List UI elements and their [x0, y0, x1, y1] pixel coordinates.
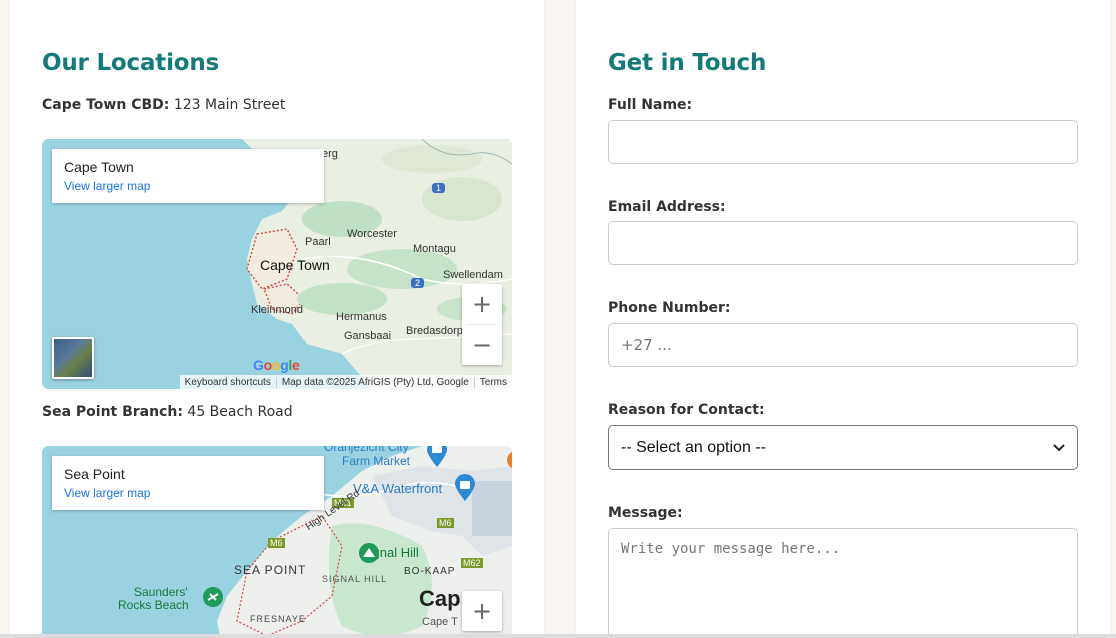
- map-label-gansbaai: Gansbaai: [344, 330, 392, 342]
- map-label-va-waterfront: V&A Waterfront: [353, 481, 443, 496]
- route-shield-m6: M6: [437, 518, 454, 528]
- map-label-signal-hill-area: SIGNAL HILL: [322, 574, 388, 584]
- full-name-input[interactable]: [608, 120, 1078, 164]
- map-label-cape-town-small: Cape T: [422, 616, 458, 628]
- orange-pin-icon[interactable]: [506, 450, 512, 472]
- map-data-credit: Map data ©2025 AfriGIS (Pty) Ltd, Google: [275, 376, 474, 388]
- map-label-kleinmond: Kleinmond: [251, 304, 303, 316]
- map-label-erg: erg: [322, 148, 338, 160]
- branch-address: 45 Beach Road: [187, 404, 293, 420]
- park-pin-icon[interactable]: [358, 542, 380, 564]
- shopping-cart-pin-icon[interactable]: [426, 446, 448, 468]
- map-label-farm-market: Farm Market: [342, 454, 411, 468]
- satellite-toggle-button[interactable]: [52, 337, 94, 379]
- email-label: Email Address:: [608, 199, 726, 215]
- map-label-bredasdorp: Bredasdorp: [406, 325, 463, 337]
- branch-address: 123 Main Street: [173, 97, 286, 113]
- map-sea-point[interactable]: Oranjezicht City Farm Market V&A Waterfr…: [42, 446, 512, 638]
- map-label-saunders-rocks: Saunders': [134, 585, 188, 599]
- map-label-swellendam: Swellendam: [443, 269, 503, 281]
- beach-pin-icon[interactable]: [202, 586, 224, 608]
- contact-title: Get in Touch: [608, 50, 767, 76]
- chevron-down-icon: [1053, 443, 1065, 451]
- zoom-controls: +: [462, 591, 502, 631]
- map-info-card: Cape Town View larger map: [52, 149, 324, 203]
- map-label-bo-kaap: BO-KAAP: [404, 566, 456, 577]
- google-logo: Google: [253, 357, 300, 373]
- email-input[interactable]: [608, 221, 1078, 265]
- keyboard-shortcuts-link[interactable]: Keyboard shortcuts: [180, 377, 276, 388]
- map-label-oranjezicht: Oranjezicht City: [324, 446, 409, 454]
- locations-title: Our Locations: [42, 50, 220, 76]
- route-shield-m6-2: M6: [268, 538, 285, 548]
- route-shield-2: 2: [411, 278, 425, 288]
- message-textarea[interactable]: [608, 528, 1078, 638]
- map-label-cape-town: Cape Town: [260, 257, 330, 273]
- locations-card: Our Locations Cape Town CBD: 123 Main St…: [10, 0, 544, 638]
- branch-sea-point-address: Sea Point Branch: 45 Beach Road: [42, 404, 293, 420]
- reason-selected-value: -- Select an option --: [621, 438, 766, 456]
- map-label-paarl: Paarl: [305, 236, 331, 248]
- branch-name: Cape Town CBD:: [42, 97, 170, 113]
- branch-name: Sea Point Branch:: [42, 404, 183, 420]
- terms-link[interactable]: Terms: [473, 376, 512, 388]
- phone-input[interactable]: [608, 323, 1078, 367]
- map-info-card: Sea Point View larger map: [52, 456, 324, 510]
- map-label-sea-point: SEA POINT: [234, 563, 307, 577]
- map-attribution: Keyboard shortcuts Map data ©2025 AfriGI…: [179, 375, 512, 389]
- map-label-hermanus: Hermanus: [336, 311, 387, 323]
- zoom-in-button[interactable]: +: [462, 591, 502, 631]
- branch-cape-town-address: Cape Town CBD: 123 Main Street: [42, 97, 285, 113]
- view-larger-map-link[interactable]: View larger map: [64, 179, 312, 193]
- shopping-bag-pin-icon[interactable]: [454, 474, 476, 502]
- reason-label: Reason for Contact:: [608, 402, 765, 418]
- zoom-in-button[interactable]: +: [462, 284, 502, 324]
- zoom-controls: + −: [462, 284, 502, 365]
- map-place-name: Sea Point: [64, 466, 125, 482]
- map-label-cape-town-partial: Cap: [419, 586, 461, 611]
- map-label-worcester: Worcester: [347, 228, 397, 240]
- phone-label: Phone Number:: [608, 300, 731, 316]
- full-name-label: Full Name:: [608, 97, 693, 113]
- zoom-out-button[interactable]: −: [462, 325, 502, 365]
- map-label-rocks-beach: Rocks Beach: [118, 598, 189, 612]
- horizontal-scrollbar[interactable]: [0, 634, 1116, 638]
- message-label: Message:: [608, 505, 683, 521]
- reason-select[interactable]: -- Select an option --: [608, 425, 1078, 470]
- contact-card: Get in Touch Full Name: Email Address: P…: [576, 0, 1110, 638]
- map-place-name: Cape Town: [64, 159, 134, 175]
- route-shield-m62: M62: [461, 558, 483, 568]
- view-larger-map-link[interactable]: View larger map: [64, 486, 312, 500]
- route-shield-1: 1: [432, 183, 446, 193]
- map-cape-town[interactable]: erg Worcester Paarl Montagu Cape Town Sw…: [42, 139, 512, 389]
- map-label-fresnaye: FRESNAYE: [250, 614, 306, 624]
- map-label-montagu: Montagu: [413, 243, 456, 255]
